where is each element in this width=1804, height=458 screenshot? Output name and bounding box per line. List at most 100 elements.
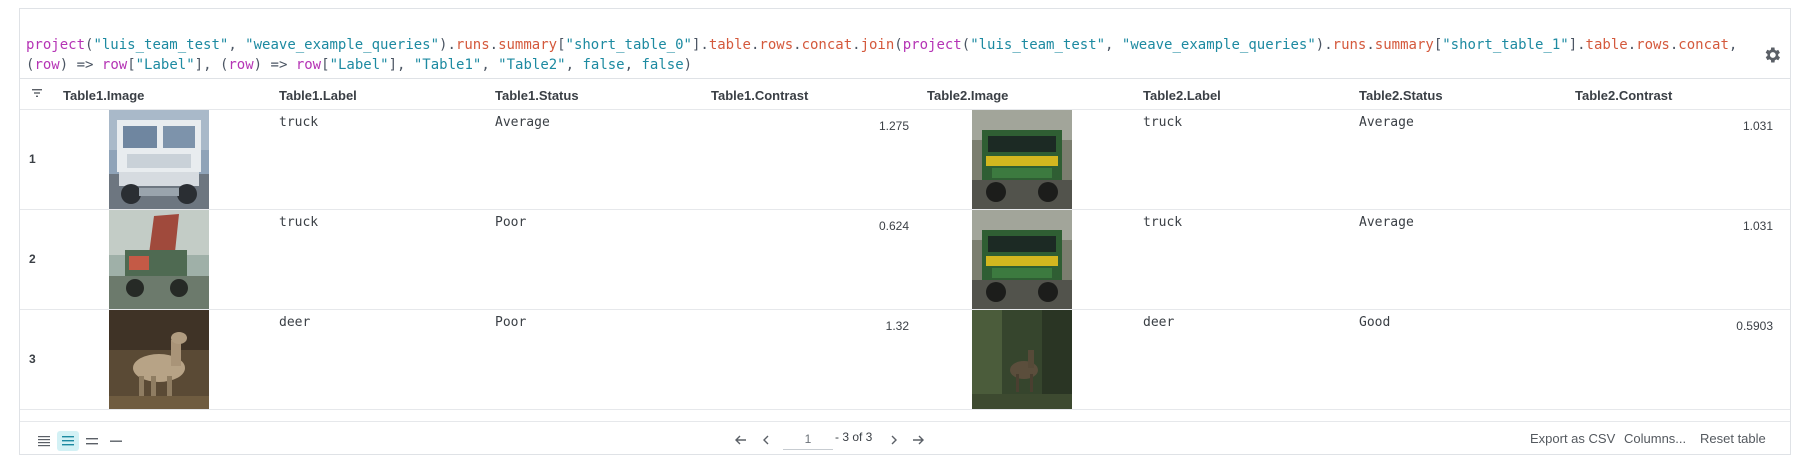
expression-token: . bbox=[1366, 37, 1375, 53]
expression-token: [ bbox=[127, 57, 136, 73]
contrast-cell: 1.275 bbox=[878, 119, 909, 133]
truck-green-image bbox=[972, 110, 1072, 209]
next-page-icon[interactable] bbox=[886, 432, 902, 448]
expression-token: [ bbox=[1433, 37, 1443, 53]
contrast-cell: 1.32 bbox=[885, 319, 909, 333]
expression-token: concat bbox=[1678, 37, 1729, 53]
label-cell: truck bbox=[279, 115, 319, 130]
reset-table-button[interactable]: Reset table bbox=[1700, 431, 1766, 446]
expression-token: [ bbox=[321, 57, 330, 73]
row-number: 2 bbox=[29, 252, 36, 266]
expression-token: ). bbox=[439, 37, 456, 53]
page-number-input[interactable] bbox=[783, 428, 833, 450]
column-header[interactable]: Table2.Status bbox=[1359, 88, 1443, 103]
export-csv-button[interactable]: Export as CSV bbox=[1530, 431, 1615, 446]
expression-token: rows bbox=[759, 37, 794, 53]
expression-token: summary bbox=[1374, 37, 1434, 53]
expression-token: false bbox=[641, 57, 684, 73]
expression-token: , bbox=[481, 57, 499, 73]
expression-token: "luis_team_test" bbox=[970, 37, 1106, 53]
status-cell: Average bbox=[1359, 215, 1414, 230]
columns-button[interactable]: Columns... bbox=[1624, 431, 1686, 446]
dump-truck-image bbox=[109, 210, 209, 309]
column-header[interactable]: Table1.Label bbox=[279, 88, 357, 103]
expression-token: ]. bbox=[1568, 37, 1586, 53]
contrast-cell: 0.5903 bbox=[1736, 319, 1773, 333]
density-collapse-icon[interactable] bbox=[105, 431, 127, 451]
last-page-icon[interactable] bbox=[910, 432, 926, 448]
row-number: 1 bbox=[29, 152, 36, 166]
truck-white-image bbox=[109, 110, 209, 209]
expression-token: "Table2" bbox=[498, 57, 566, 73]
table-row: 3 deer Poor 1.32 deer Good 0.5903 bbox=[20, 310, 1790, 410]
expression-token: "Label" bbox=[329, 57, 389, 73]
label-cell: truck bbox=[1143, 115, 1183, 130]
label-cell: deer bbox=[279, 315, 311, 330]
expression-token: ) => bbox=[253, 57, 296, 73]
table-row: 1 truck Average 1.275 truck Average 1.03… bbox=[20, 110, 1790, 210]
expression-token: ) bbox=[683, 57, 693, 73]
expression-token: ( bbox=[894, 37, 903, 53]
density-compact-icon[interactable] bbox=[33, 431, 55, 451]
expression-token: . bbox=[489, 37, 499, 53]
expression-token: "weave_example_queries" bbox=[1121, 37, 1316, 53]
truck-green-image bbox=[972, 210, 1072, 309]
expression-token: summary bbox=[498, 37, 558, 53]
expression-token: false bbox=[582, 57, 625, 73]
expression-token: "luis_team_test" bbox=[93, 37, 229, 53]
expression-token: ) => bbox=[59, 57, 102, 73]
expression-token: , bbox=[1728, 37, 1746, 53]
column-header[interactable]: Table2.Label bbox=[1143, 88, 1221, 103]
expression-token: "weave_example_queries" bbox=[245, 37, 440, 53]
page-count-label: - 3 of 3 bbox=[835, 430, 873, 444]
expression-token: row bbox=[34, 57, 60, 73]
expression-editor[interactable]: project("luis_team_test", "weave_example… bbox=[26, 35, 1746, 75]
expression-token: , bbox=[624, 57, 642, 73]
expression-token: . bbox=[793, 37, 802, 53]
expression-token: runs bbox=[1332, 37, 1367, 53]
contrast-cell: 1.031 bbox=[1742, 119, 1773, 133]
prev-page-icon[interactable] bbox=[758, 432, 774, 448]
density-tall-icon[interactable] bbox=[81, 431, 103, 451]
gear-icon[interactable] bbox=[1762, 45, 1782, 65]
expression-token: "Label" bbox=[135, 57, 195, 73]
status-cell: Average bbox=[1359, 115, 1414, 130]
expression-token: "Table1" bbox=[413, 57, 482, 73]
expression-token: project bbox=[26, 37, 86, 53]
deer-image bbox=[109, 310, 209, 409]
expression-token: , bbox=[565, 57, 583, 73]
label-cell: deer bbox=[1143, 315, 1175, 330]
expression-token: row bbox=[295, 57, 322, 73]
table-row: 2 truck Poor 0.624 truck Average 1.031 bbox=[20, 210, 1790, 310]
expression-token: project bbox=[902, 37, 962, 53]
contrast-cell: 1.031 bbox=[1742, 219, 1773, 233]
expression-token: "short_table_0" bbox=[565, 37, 692, 53]
column-header[interactable]: Table1.Contrast bbox=[711, 88, 808, 103]
status-cell: Poor bbox=[495, 215, 527, 230]
expression-token: "short_table_1" bbox=[1442, 37, 1569, 53]
deer-forest-image bbox=[972, 310, 1072, 409]
contrast-cell: 0.624 bbox=[878, 219, 909, 233]
table-footer: - 3 of 3 Export as CSV Columns... Reset … bbox=[20, 421, 1790, 455]
expression-token: , bbox=[1105, 37, 1122, 53]
expression-token: . bbox=[852, 37, 861, 53]
results-table: Table1.Image Table1.Label Table1.Status … bbox=[20, 78, 1790, 421]
row-number: 3 bbox=[29, 352, 36, 366]
expression-token: table bbox=[1585, 37, 1628, 53]
expression-token: rows bbox=[1636, 37, 1670, 53]
sort-icon[interactable] bbox=[30, 86, 44, 100]
column-header[interactable]: Table1.Image bbox=[63, 88, 144, 103]
column-header[interactable]: Table1.Status bbox=[495, 88, 579, 103]
column-header[interactable]: Table2.Contrast bbox=[1575, 88, 1672, 103]
expression-token: ]. bbox=[691, 37, 709, 53]
expression-token: table bbox=[708, 37, 751, 53]
table-header: Table1.Image Table1.Label Table1.Status … bbox=[20, 79, 1790, 110]
density-normal-icon[interactable] bbox=[57, 431, 79, 451]
label-cell: truck bbox=[279, 215, 319, 230]
status-cell: Average bbox=[495, 115, 550, 130]
first-page-icon[interactable] bbox=[733, 432, 749, 448]
expression-token: runs bbox=[455, 37, 490, 53]
column-header[interactable]: Table2.Image bbox=[927, 88, 1008, 103]
status-cell: Poor bbox=[495, 315, 527, 330]
status-cell: Good bbox=[1359, 315, 1391, 330]
